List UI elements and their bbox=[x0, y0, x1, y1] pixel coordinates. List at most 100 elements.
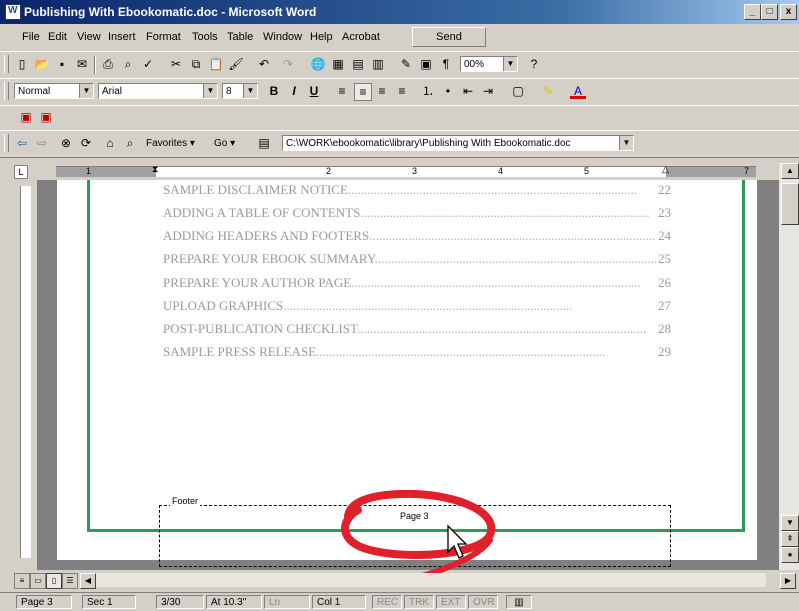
print-icon[interactable]: ⎙ bbox=[100, 56, 116, 72]
close-button[interactable]: x bbox=[780, 4, 797, 20]
justify-icon[interactable]: ≡ bbox=[394, 83, 410, 99]
copy-icon[interactable]: ⧉ bbox=[188, 56, 204, 72]
zoom-select[interactable]: 00% ▼ bbox=[460, 56, 518, 72]
web-layout-icon[interactable]: ▭ bbox=[30, 573, 46, 589]
toc-entry[interactable]: PREPARE YOUR AUTHOR PAGE................… bbox=[163, 275, 671, 291]
hyperlink-icon[interactable]: 🌐 bbox=[310, 56, 326, 72]
status-rec[interactable]: REC bbox=[372, 595, 402, 609]
highlight-icon[interactable]: ✎ bbox=[540, 83, 556, 99]
menu-acrobat[interactable]: Acrobat bbox=[342, 31, 380, 43]
select-browse-object-icon[interactable]: ● bbox=[781, 547, 799, 563]
cut-icon[interactable]: ✂ bbox=[168, 56, 184, 72]
status-trk[interactable]: TRK bbox=[404, 595, 434, 609]
scroll-right-icon[interactable]: ▶ bbox=[780, 573, 796, 589]
style-select[interactable]: Normal ▼ bbox=[14, 83, 94, 99]
save-icon[interactable]: ▪ bbox=[54, 56, 70, 72]
align-center-icon[interactable]: ≡ bbox=[354, 83, 372, 101]
convert-to-pdf-icon[interactable]: ▣ bbox=[18, 109, 34, 125]
print-layout-icon[interactable]: ▯ bbox=[46, 573, 62, 589]
search-web-icon[interactable]: ⌕ bbox=[122, 135, 138, 151]
back-icon[interactable]: ⇦ bbox=[14, 135, 30, 151]
document-page[interactable]: SAMPLE DISCLAIMER NOTICE................… bbox=[57, 180, 757, 567]
book-status-icon[interactable]: ▥ bbox=[506, 595, 532, 609]
open-folder-icon[interactable]: 📂 bbox=[34, 56, 50, 72]
show-only-web-toolbar-icon[interactable]: ▤ bbox=[256, 135, 272, 151]
toc-entry[interactable]: POST-PUBLICATION CHECKLIST..............… bbox=[163, 321, 671, 337]
previous-page-icon[interactable]: ⇞ bbox=[781, 531, 799, 547]
drawing-icon[interactable]: ✎ bbox=[398, 56, 414, 72]
word-app-icon[interactable] bbox=[5, 4, 21, 20]
forward-icon[interactable]: ⇨ bbox=[34, 135, 50, 151]
toc-entry[interactable]: PREPARE YOUR EBOOK SUMMARY..............… bbox=[163, 251, 671, 267]
toc-entry[interactable]: ADDING HEADERS AND FOOTERS..............… bbox=[163, 228, 671, 244]
scroll-thumb[interactable] bbox=[781, 183, 799, 225]
toc-entry[interactable]: UPLOAD GRAPHICS.........................… bbox=[163, 298, 671, 314]
toolbar-grip[interactable] bbox=[4, 82, 9, 100]
bullets-icon[interactable]: • bbox=[440, 83, 456, 99]
chevron-down-icon[interactable]: ▼ bbox=[503, 57, 517, 71]
tab-selector-icon[interactable]: L bbox=[14, 165, 28, 179]
toolbar-grip[interactable] bbox=[4, 55, 9, 73]
vertical-scrollbar[interactable]: ▲ ▼ ⇞ ● bbox=[779, 163, 799, 570]
refresh-icon[interactable]: ⟳ bbox=[78, 135, 94, 151]
chevron-down-icon[interactable]: ▼ bbox=[243, 84, 257, 98]
font-size-select[interactable]: 8 ▼ bbox=[222, 83, 258, 99]
menu-help[interactable]: Help bbox=[310, 31, 333, 43]
address-bar[interactable]: C:\WORK\ebookomatic\library\Publishing W… bbox=[282, 135, 634, 151]
toolbar-grip[interactable] bbox=[4, 134, 9, 152]
chevron-down-icon[interactable]: ▼ bbox=[79, 84, 93, 98]
chevron-down-icon[interactable]: ▼ bbox=[619, 136, 633, 150]
email-icon[interactable]: ✉ bbox=[74, 56, 90, 72]
menu-tools[interactable]: Tools bbox=[192, 31, 218, 43]
undo-icon[interactable]: ↶ bbox=[256, 56, 272, 72]
ruler-bar[interactable]: 1 2 3 4 5 7 ⧗ △ bbox=[56, 164, 756, 177]
insert-table-icon[interactable]: ▤ bbox=[350, 56, 366, 72]
increase-indent-icon[interactable]: ⇥ bbox=[480, 83, 496, 99]
scroll-down-icon[interactable]: ▼ bbox=[781, 515, 799, 531]
paste-icon[interactable]: 📋 bbox=[208, 56, 224, 72]
toc-entry[interactable]: ADDING A TABLE OF CONTENTS..............… bbox=[163, 205, 671, 221]
status-ext[interactable]: EXT bbox=[436, 595, 466, 609]
footer-area[interactable]: Footer Page 3 bbox=[159, 496, 671, 567]
favorites-menu[interactable]: Favorites ▾ bbox=[146, 138, 195, 149]
bold-button[interactable]: B bbox=[266, 83, 282, 99]
horizontal-ruler[interactable]: L 1 2 3 4 5 7 ⧗ △ bbox=[14, 163, 774, 179]
format-painter-icon[interactable]: 🖌 bbox=[228, 56, 244, 72]
menu-format[interactable]: Format bbox=[146, 31, 181, 43]
toc-entry[interactable]: SAMPLE PRESS RELEASE....................… bbox=[163, 344, 671, 360]
italic-button[interactable]: I bbox=[286, 83, 302, 99]
redo-icon[interactable]: ↷ bbox=[280, 56, 296, 72]
print-preview-icon[interactable]: ⌕ bbox=[120, 56, 136, 72]
document-map-icon[interactable]: ▣ bbox=[418, 56, 434, 72]
chevron-down-icon[interactable]: ▼ bbox=[203, 84, 217, 98]
vertical-ruler[interactable] bbox=[14, 180, 36, 565]
normal-view-icon[interactable]: ≡ bbox=[14, 573, 30, 589]
stop-icon[interactable]: ⊗ bbox=[58, 135, 74, 151]
new-document-icon[interactable]: ▯ bbox=[14, 56, 30, 72]
restore-button[interactable]: □ bbox=[761, 4, 778, 20]
menu-edit[interactable]: Edit bbox=[48, 31, 67, 43]
decrease-indent-icon[interactable]: ⇤ bbox=[460, 83, 476, 99]
scroll-left-icon[interactable]: ◀ bbox=[80, 573, 96, 589]
document-area[interactable]: SAMPLE DISCLAIMER NOTICE................… bbox=[37, 180, 779, 570]
menu-insert[interactable]: Insert bbox=[108, 31, 136, 43]
menu-window[interactable]: Window bbox=[263, 31, 302, 43]
font-color-icon[interactable]: A bbox=[570, 83, 586, 99]
home-icon[interactable]: ⌂ bbox=[102, 135, 118, 151]
scroll-up-icon[interactable]: ▲ bbox=[781, 163, 799, 179]
borders-icon[interactable]: ▢ bbox=[510, 83, 526, 99]
right-indent-marker[interactable]: △ bbox=[662, 164, 669, 175]
status-ovr[interactable]: OVR bbox=[468, 595, 498, 609]
outline-view-icon[interactable]: ☰ bbox=[62, 573, 78, 589]
underline-button[interactable]: U bbox=[306, 83, 322, 99]
spelling-icon[interactable]: ✓ bbox=[140, 56, 156, 72]
help-icon[interactable]: ? bbox=[526, 56, 542, 72]
horizontal-scroll-track[interactable] bbox=[96, 573, 766, 587]
menu-file[interactable]: File bbox=[22, 31, 40, 43]
menu-view[interactable]: View bbox=[77, 31, 101, 43]
minimize-button[interactable]: _ bbox=[744, 4, 761, 20]
go-menu[interactable]: Go ▾ bbox=[214, 138, 235, 149]
align-right-icon[interactable]: ≡ bbox=[374, 83, 390, 99]
menu-table[interactable]: Table bbox=[227, 31, 253, 43]
insert-excel-icon[interactable]: ▥ bbox=[370, 56, 386, 72]
